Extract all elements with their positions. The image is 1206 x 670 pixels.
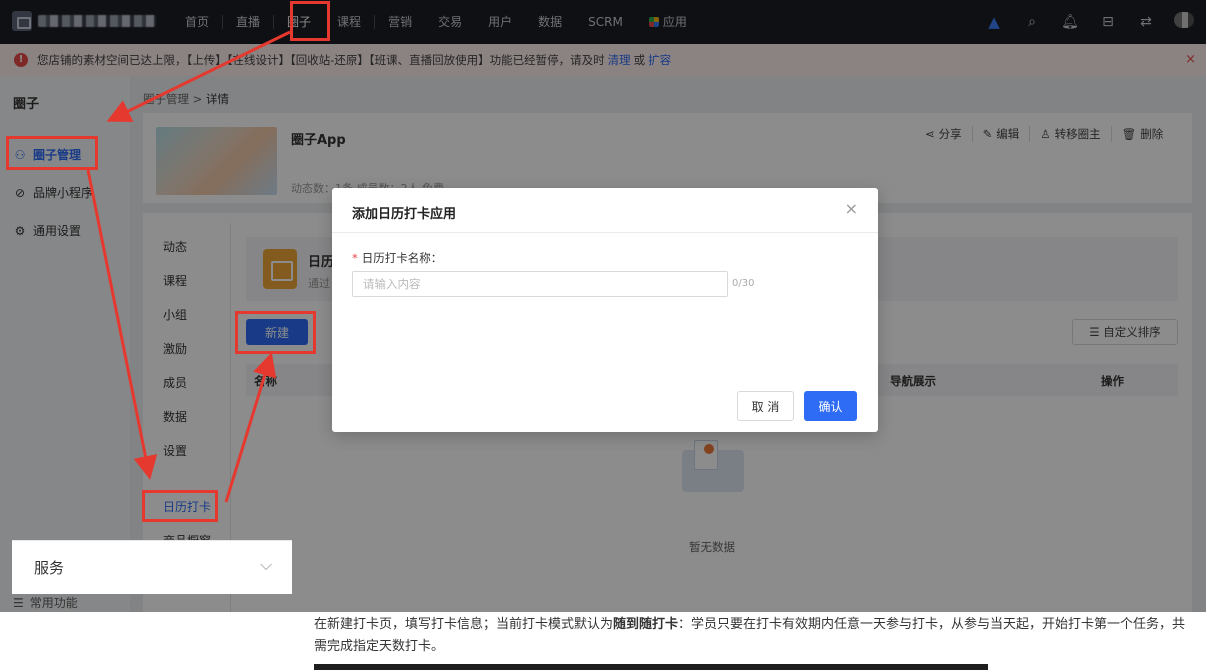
checkin-name-input[interactable] (352, 271, 728, 297)
service-section[interactable]: 服务 ⌵ (12, 540, 292, 594)
list-icon: ☰ (13, 595, 24, 610)
modal-divider (332, 232, 878, 233)
doc-part1: 在新建打卡页，填写打卡信息；当前打卡模式默认为 (314, 617, 614, 632)
char-count: 0/30 (732, 278, 755, 289)
common-functions[interactable]: ☰ 常用功能 (13, 594, 78, 611)
chevron-down-icon: ⌵ (260, 555, 273, 574)
field-label-text: 日历打卡名称： (361, 251, 443, 265)
confirm-button[interactable]: 确认 (804, 391, 857, 421)
checkin-name-label: * 日历打卡名称： (352, 250, 442, 266)
add-checkin-modal: 添加日历打卡应用 × *日历打卡名称： 0/30 取 消 确认 (332, 188, 878, 432)
doc-bold: 随到随打卡 (613, 617, 679, 632)
required-mark: * (352, 251, 358, 265)
cancel-button[interactable]: 取 消 (737, 391, 794, 421)
close-icon[interactable]: × (845, 199, 858, 218)
service-label: 服务 (34, 559, 65, 577)
doc-image-top-edge (314, 664, 988, 670)
modal-title: 添加日历打卡应用 (352, 207, 457, 222)
doc-paragraph: 在新建打卡页，填写打卡信息；当前打卡模式默认为随到随打卡：学员只要在打卡有效期内… (314, 614, 1196, 658)
common-label: 常用功能 (29, 596, 78, 610)
